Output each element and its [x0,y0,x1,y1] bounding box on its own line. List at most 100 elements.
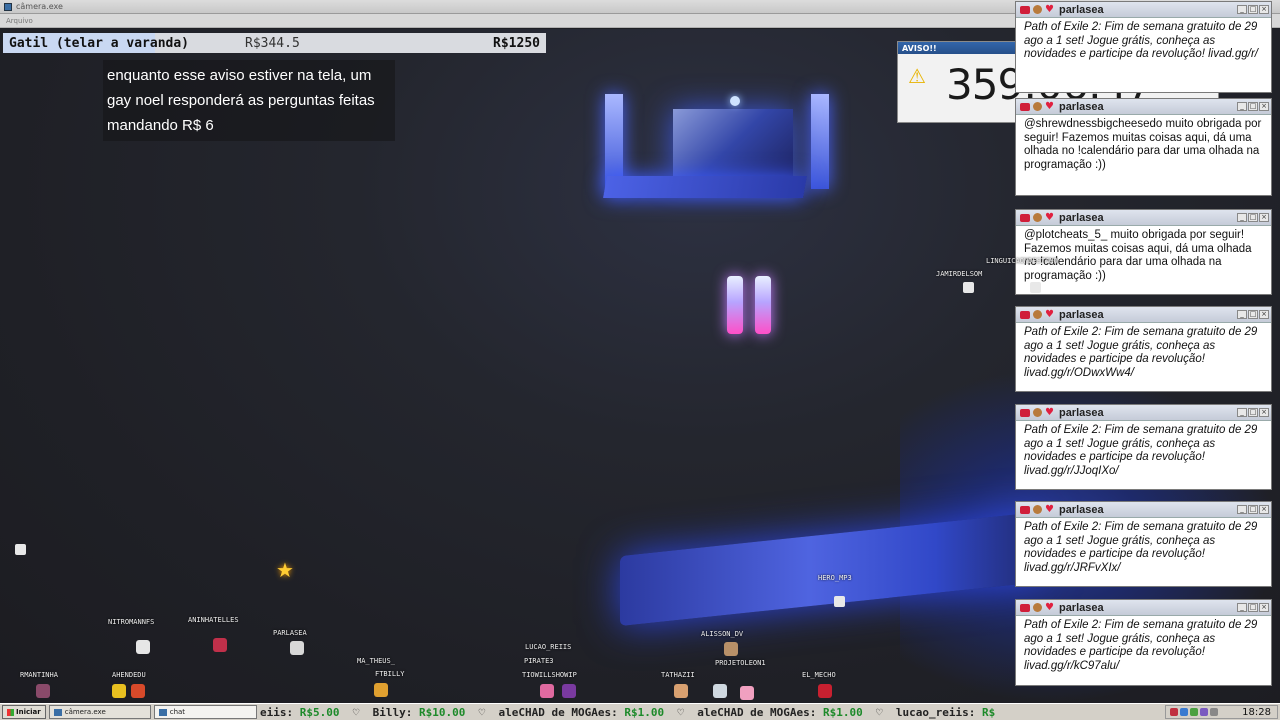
viewer-name: TATHAZII [661,671,695,679]
close-button[interactable]: × [1259,603,1269,612]
task-label: chat [169,708,186,716]
chat-message: Path of Exile 2: Fim de semana gratuito … [1024,424,1258,477]
youtube-icon [1020,603,1030,612]
chat-username: parlasea [1058,100,1104,113]
start-label: Iniciar [16,708,41,716]
maximize-button[interactable]: □ [1248,408,1258,417]
heart-icon: ♥ [1045,3,1054,15]
viewer-sprite [963,282,974,293]
menu-file[interactable]: Arquivo [6,17,33,25]
maximize-button[interactable]: □ [1248,603,1258,612]
heart-icon: ♥ [1045,601,1054,613]
minimize-button[interactable]: _ [1237,603,1247,612]
taskbar-item-camera[interactable]: câmera.exe [48,705,151,719]
minimize-button[interactable]: _ [1237,310,1247,319]
close-button[interactable]: × [1259,213,1269,222]
ticker-name: aleCHAD de MOGAes: [498,706,618,719]
ticker-amount: R$5.00 [299,706,340,719]
minimize-button[interactable]: _ [1237,102,1247,111]
start-button[interactable]: Iniciar [2,705,46,719]
taskbar: Iniciar câmera.exe chat eiis: R$5.00 ♡ B… [0,703,1280,720]
chat-username: parlasea [1058,503,1104,516]
chat-message: @shrewdnessbigcheesedo muito obrigada po… [1024,118,1262,171]
viewer-sprite [112,684,126,698]
viewer-name: AHENDEDU [112,671,146,679]
ticker-amount: R$ [982,706,996,719]
viewer-sprite [674,684,688,698]
viewer-sprite [740,686,754,700]
chat-popup: ♥ parlasea _ □ × Path of Exile 2: Fim de s… [1015,501,1272,587]
avatar [1033,505,1042,514]
youtube-icon [1020,213,1030,222]
chat-message: Path of Exile 2: Fim de semana gratuito … [1024,21,1258,60]
youtube-icon [1020,5,1030,14]
viewer-sprite [713,684,727,698]
avatar [1033,5,1042,14]
system-tray: 18:28 [1165,705,1278,719]
maximize-button[interactable]: □ [1248,213,1258,222]
heart-icon: ♥ [1045,406,1054,418]
viewer-name: TIOWILLSHOWIP [522,671,577,679]
viewer-sprite [290,641,304,655]
maximize-button[interactable]: □ [1248,5,1258,14]
ticker-name: lucao_reiis: [895,706,976,719]
viewer-sprite [724,642,738,656]
warning-icon: ⚠ [908,64,926,88]
heart-icon: ♥ [1045,211,1054,223]
viewer-sprite [15,544,26,555]
maximize-button[interactable]: □ [1248,505,1258,514]
maximize-button[interactable]: □ [1248,310,1258,319]
close-button[interactable]: × [1259,408,1269,417]
donation-ticker: eiis: R$5.00 ♡ Billy: R$10.00 ♡ aleCHAD … [260,706,996,719]
viewer-sprite [136,640,150,654]
viewer-name: RMANTINHA [20,671,58,679]
youtube-icon [1020,505,1030,514]
close-button[interactable]: × [1259,505,1269,514]
chat-message: Path of Exile 2: Fim de semana gratuito … [1024,619,1258,672]
minimize-button[interactable]: _ [1237,213,1247,222]
viewer-name: HERO_MP3 [818,574,852,582]
viewer-name: ANINHATELLES [188,616,239,624]
camera-icon [53,708,62,716]
viewer-sprite [834,596,845,607]
minimize-button[interactable]: _ [1237,408,1247,417]
heart-icon: ♥ [1045,100,1054,112]
viewer-sprite [1030,282,1041,293]
app-icon [4,2,12,11]
heart-icon: ♥ [1045,308,1054,320]
viewer-name: NITROMANNFS [108,618,155,626]
ticker-amount: R$1.00 [624,706,665,719]
avatar [1033,310,1042,319]
task-label: câmera.exe [64,708,106,716]
close-button[interactable]: × [1259,310,1269,319]
viewer-name: ALISSON_DV [701,630,744,638]
chat-popup: ♥ parlasea _ □ × Path of Exile 2: Fim de s… [1015,1,1272,93]
close-button[interactable]: × [1259,5,1269,14]
viewer-name: MA_THEUS_ [357,657,395,665]
viewer-sprite [818,684,832,698]
windows-icon [7,708,14,716]
chat-popup: ♥ parlasea _ □ × @plotcheats_5_ muito obri… [1015,209,1272,295]
maximize-button[interactable]: □ [1248,102,1258,111]
volume-icon[interactable] [1210,708,1218,716]
tray-icon[interactable] [1190,708,1198,716]
clock: 18:28 [1242,706,1271,718]
minimize-button[interactable]: _ [1237,5,1247,14]
viewer-name: PROJETOLEON1 [715,659,766,667]
tray-icon[interactable] [1200,708,1208,716]
goal-name: Gatil (telar a varanda) [9,35,190,51]
ticker-name: eiis: [260,706,294,719]
chat-message: Path of Exile 2: Fim de semana gratuito … [1024,521,1258,574]
minimize-button[interactable]: _ [1237,505,1247,514]
blue-lit-shelf [603,94,835,204]
chat-username: parlasea [1058,406,1104,419]
heart-icon: ♥ [1045,503,1054,515]
tray-icon[interactable] [1170,708,1178,716]
viewer-sprite [374,683,388,697]
tray-icon[interactable] [1180,708,1188,716]
chat-username: parlasea [1058,308,1104,321]
taskbar-item-chat[interactable]: chat [153,705,257,719]
close-button[interactable]: × [1259,102,1269,111]
chat-username: parlasea [1058,601,1104,614]
viewer-name: EL_MECHO [802,671,836,679]
